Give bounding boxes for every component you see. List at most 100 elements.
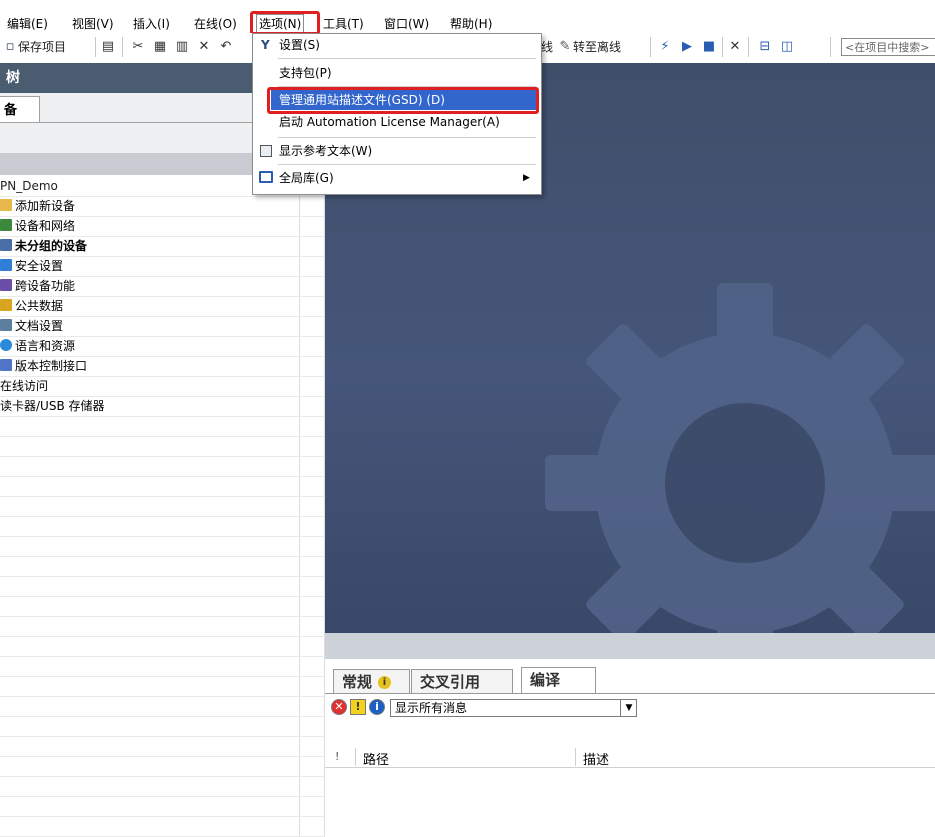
tree-row-line [0,456,325,457]
paste-icon[interactable]: ▥ [174,39,190,55]
tree-item-version-control[interactable]: 版本控制接口 [0,358,87,374]
go-offline-button[interactable]: 转至离线 [573,39,621,55]
tree-item-languages[interactable]: 语言和资源 [0,338,75,354]
tree-body [0,175,325,837]
message-grid-header [325,747,935,768]
network-icon [0,219,12,231]
tree-item-label: 公共数据 [15,299,64,313]
menu-edit[interactable]: 编辑(E) [7,15,48,33]
tree-item-common-data[interactable]: 公共数据 [0,298,63,314]
delete-icon[interactable]: ✕ [196,39,212,55]
search-input[interactable]: <在项目中搜索> [841,38,935,56]
toolbar-separator [722,37,723,57]
tree-row-line [0,776,325,777]
accessible-devices-icon[interactable]: ⚡ [657,39,673,55]
tree-row-line [0,336,325,337]
gsd-item-highlight [267,87,539,114]
tree-row-line [0,516,325,517]
stop-cpu-icon[interactable]: ■ [701,39,717,55]
menu-item-label: 全局库(G) [279,171,334,185]
split-vertical-icon[interactable]: ◫ [779,39,795,55]
column-divider [575,748,576,766]
tree-row-line [0,396,325,397]
tree-item-online-access[interactable]: 在线访问 [0,378,48,394]
tree-item-label: 文档设置 [15,319,64,333]
start-cpu-icon[interactable]: ▶ [679,39,695,55]
menu-item-label: 支持包(P) [279,66,332,80]
tab-label: 常规 [342,673,373,691]
tree-row-line [0,216,325,217]
split-horizontal-icon[interactable]: ⊟ [757,39,773,55]
tree-item-cross-device[interactable]: 跨设备功能 [0,278,75,294]
menu-insert[interactable]: 插入(I) [133,15,170,33]
tree-item-label: 跨设备功能 [15,279,76,293]
menu-tools[interactable]: 工具(T) [323,15,364,33]
tab-compile[interactable]: 编译 [521,667,596,694]
warning-icon[interactable]: ! [350,699,366,715]
tree-row-line [0,596,325,597]
tree-row-line [0,816,325,817]
menu-view[interactable]: 视图(V) [72,15,114,33]
tree-row-line [0,256,325,257]
tree-row-line [0,536,325,537]
copy-icon[interactable]: ▦ [152,39,168,55]
tab-devices[interactable]: 备 [0,96,40,123]
submenu-arrow-icon: ▶ [523,173,530,183]
add-device-icon [0,199,12,211]
tree-item-document-settings[interactable]: 文档设置 [0,318,63,334]
menu-window[interactable]: 窗口(W) [384,15,429,33]
tree-row-line [0,616,325,617]
inspector-splitter[interactable] [325,633,935,659]
message-filter-select[interactable]: 显示所有消息 [390,699,637,717]
menu-online[interactable]: 在线(O) [194,15,237,33]
tree-row-line [0,296,325,297]
new-project-icon[interactable]: ▫ [2,39,18,55]
tree-item-devices-networks[interactable]: 设备和网络 [0,218,75,234]
menu-item-reference-text[interactable]: 显示参考文本(W) [255,140,538,162]
column-path[interactable]: 路径 [363,749,389,768]
menu-item-global-libraries[interactable]: 全局库(G) ▶ [255,167,538,189]
tree-row-line [0,556,325,557]
tree-row-line [0,276,325,277]
tree-item-card-reader[interactable]: 读卡器/USB 存储器 [0,398,105,414]
shield-icon [0,259,12,271]
chevron-down-icon[interactable]: ▼ [620,700,637,716]
library-book-icon [259,171,273,183]
toolbar-separator [95,37,96,57]
menu-separator [278,58,536,59]
cut-icon[interactable]: ✂ [130,39,146,55]
menu-separator [278,164,536,165]
project-root[interactable]: PN_Demo [0,178,58,194]
info-filter-icon[interactable]: i [369,699,385,715]
tree-item-label: 安全设置 [15,259,64,273]
tree-item-add-device[interactable]: 添加新设备 [0,198,75,214]
tree-row-line [0,436,325,437]
tab-general[interactable]: 常规 i [333,669,410,693]
tree-row-line [0,756,325,757]
info-icon: i [378,676,392,689]
close-editor-icon[interactable]: ✕ [727,39,743,55]
go-offline-icon[interactable]: ✎ [557,39,573,55]
reference-text-icon [260,145,272,157]
tree-item-ungrouped-devices[interactable]: 未分组的设备 [0,238,87,254]
column-description[interactable]: 描述 [583,749,609,768]
tab-cross-references[interactable]: 交叉引用 [411,669,513,693]
globe-icon [0,339,12,351]
print-icon[interactable]: ▤ [100,39,116,55]
menu-item-license-manager[interactable]: 启动 Automation License Manager(A) [255,111,538,133]
tree-row-line [0,356,325,357]
tree-row-line [0,496,325,497]
tree-row-line [0,196,325,197]
save-project-button[interactable]: 保存项目 [18,39,66,55]
tree-item-label: 语言和资源 [15,339,76,353]
go-online-button[interactable]: 线 [541,39,553,55]
tree-item-security-settings[interactable]: 安全设置 [0,258,63,274]
menu-item-support-packages[interactable]: 支持包(P) [255,62,538,84]
column-status[interactable]: ! [335,750,339,763]
menu-item-label: 设置(S) [279,38,320,52]
tree-row-line [0,576,325,577]
menu-item-settings[interactable]: Y 设置(S) [255,34,538,56]
menu-help[interactable]: 帮助(H) [450,15,492,33]
undo-icon[interactable]: ↶ [218,39,234,55]
error-icon[interactable]: ✕ [331,699,347,715]
